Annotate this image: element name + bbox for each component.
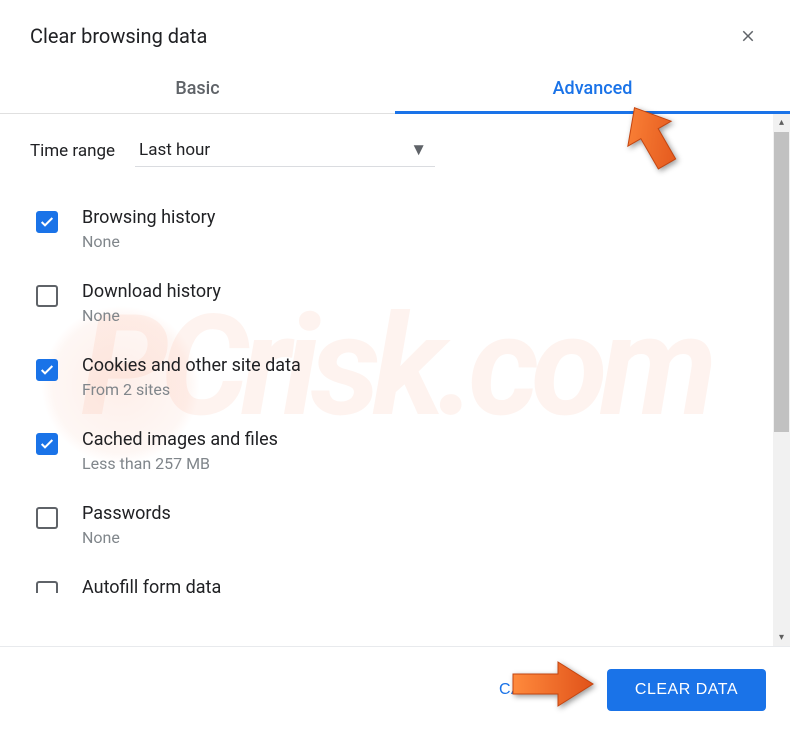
option-cache: Cached images and files Less than 257 MB [30,429,760,473]
option-text: Cookies and other site data From 2 sites [82,355,760,399]
option-download-history: Download history None [30,281,760,325]
option-title: Download history [82,281,760,302]
option-subtitle: Less than 257 MB [82,454,760,473]
checkbox-autofill[interactable] [36,581,58,593]
checkbox-download-history[interactable] [36,285,58,307]
option-title: Cached images and files [82,429,760,450]
checkbox-cookies[interactable] [36,359,58,381]
option-text: Browsing history None [82,207,760,251]
time-range-value: Last hour [139,140,210,160]
time-range-label: Time range [30,141,115,161]
checkbox-passwords[interactable] [36,507,58,529]
clear-browsing-data-dialog: PCrisk.com Clear browsing data Basic Adv… [0,0,790,733]
option-subtitle: From 2 sites [82,380,760,399]
option-passwords: Passwords None [30,503,760,547]
time-range-row: Time range Last hour ▼ [30,134,760,167]
cancel-button[interactable]: CANCEL [471,669,595,711]
checkbox-browsing-history[interactable] [36,211,58,233]
scroll-up-icon[interactable]: ▴ [773,114,790,131]
close-icon [739,27,757,45]
option-autofill: Autofill form data [30,577,760,602]
close-button[interactable] [736,24,760,48]
scroll-content: Time range Last hour ▼ Browsing history … [0,114,790,646]
tab-basic[interactable]: Basic [0,64,395,113]
clear-data-button[interactable]: CLEAR DATA [607,669,766,711]
check-icon [39,362,55,378]
content-area: Time range Last hour ▼ Browsing history … [0,114,790,646]
dialog-footer: CANCEL CLEAR DATA [0,646,790,733]
option-subtitle: None [82,232,760,251]
checkbox-cache[interactable] [36,433,58,455]
scrollbar-thumb[interactable] [774,132,789,432]
dialog-title: Clear browsing data [30,24,207,48]
time-range-dropdown[interactable]: Last hour ▼ [135,134,435,167]
option-title: Cookies and other site data [82,355,760,376]
option-browsing-history: Browsing history None [30,207,760,251]
option-text: Passwords None [82,503,760,547]
check-icon [39,436,55,452]
option-title: Autofill form data [82,577,760,598]
option-subtitle: None [82,306,760,325]
scroll-down-icon[interactable]: ▾ [773,629,790,646]
option-subtitle: None [82,528,760,547]
tab-advanced[interactable]: Advanced [395,64,790,113]
option-title: Passwords [82,503,760,524]
check-icon [39,214,55,230]
option-cookies: Cookies and other site data From 2 sites [30,355,760,399]
chevron-down-icon: ▼ [410,140,427,160]
option-text: Cached images and files Less than 257 MB [82,429,760,473]
option-text: Autofill form data [82,577,760,602]
tab-bar: Basic Advanced [0,64,790,114]
scrollbar[interactable]: ▴ ▾ [773,114,790,646]
option-title: Browsing history [82,207,760,228]
option-text: Download history None [82,281,760,325]
dialog-header: Clear browsing data [0,0,790,64]
